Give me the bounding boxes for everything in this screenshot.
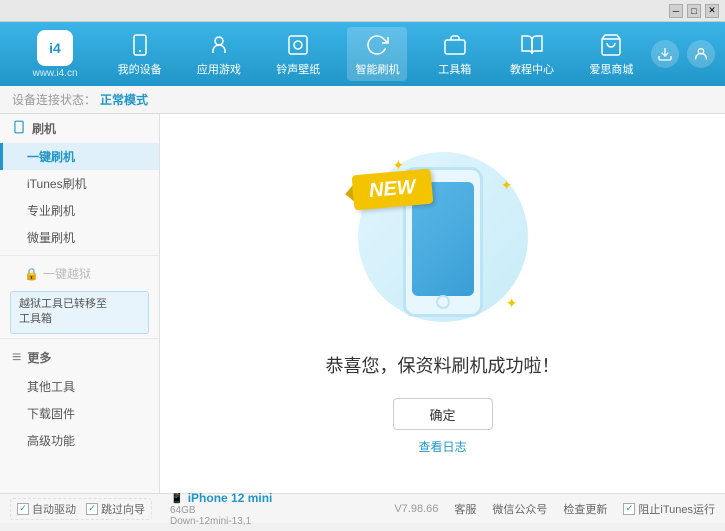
skip-wizard-label: 跳过向导 <box>101 501 145 517</box>
nav-my-device-label: 我的设备 <box>118 61 162 77</box>
device-storage: 64GB <box>170 505 272 516</box>
sidebar-advanced[interactable]: 高级功能 <box>0 427 159 454</box>
status-value: 正常模式 <box>100 91 148 108</box>
sidebar-download-firmware[interactable]: 下载固件 <box>0 400 159 427</box>
sidebar-jailbreak-info: 越狱工具已转移至工具箱 <box>10 291 149 334</box>
bottom-bar: ✓ 自动驱动 ✓ 跳过向导 📱 iPhone 12 mini 64GB Down… <box>0 493 725 523</box>
itunes-label: 阻止iTunes运行 <box>638 501 715 517</box>
auto-drive-checkbox[interactable]: ✓ 自动驱动 <box>17 501 76 517</box>
sidebar-other-tools[interactable]: 其他工具 <box>0 373 159 400</box>
version-label: V7.98.66 <box>394 503 438 515</box>
title-bar: ─ □ ✕ <box>0 0 725 22</box>
content-area: NEW ✦ ✦ ✦ 恭喜您，保资料刷机成功啦！ 确定 查看日志 <box>160 114 725 493</box>
close-btn[interactable]: ✕ <box>705 4 719 18</box>
auto-drive-check-icon: ✓ <box>17 503 29 515</box>
checkbox-area: ✓ 自动驱动 ✓ 跳过向导 <box>10 498 152 520</box>
nav-smart-flash[interactable]: 智能刷机 <box>347 27 407 81</box>
block-itunes-toggle[interactable]: ✓ 阻止iTunes运行 <box>623 501 715 517</box>
nav-apps-games-label: 应用游戏 <box>197 61 241 77</box>
phone-home-btn <box>436 295 450 309</box>
device-firmware: Down-12mini-13,1 <box>170 516 272 527</box>
bottom-left: ✓ 自动驱动 ✓ 跳过向导 📱 iPhone 12 mini 64GB Down… <box>10 487 282 531</box>
customer-service-link[interactable]: 客服 <box>454 501 476 517</box>
hero-area: NEW ✦ ✦ ✦ 恭喜您，保资料刷机成功啦！ 确定 查看日志 <box>326 152 560 455</box>
new-badge: NEW <box>351 169 432 211</box>
logo-area: i4 www.i4.cn <box>10 30 100 79</box>
success-text: 恭喜您，保资料刷机成功啦！ <box>326 352 560 378</box>
sidebar-divider-1 <box>0 255 159 256</box>
sparkle-2: ✦ <box>501 177 513 194</box>
flash-section-label: 刷机 <box>32 120 56 137</box>
nav-items: 我的设备 应用游戏 铃声壁纸 智能刷机 工具箱 <box>100 27 651 81</box>
toolbox-icon <box>441 31 469 59</box>
apps-games-icon <box>205 31 233 59</box>
lock-icon: 🔒 <box>24 267 39 281</box>
nav-store[interactable]: 爱思商城 <box>581 27 641 81</box>
nav-my-device[interactable]: 我的设备 <box>110 27 170 81</box>
my-device-icon <box>126 31 154 59</box>
itunes-check-icon: ✓ <box>623 503 635 515</box>
more-section-icon: ≡ <box>12 349 21 367</box>
ringtones-icon <box>284 31 312 59</box>
wechat-link[interactable]: 微信公众号 <box>492 501 547 517</box>
skip-wizard-check-icon: ✓ <box>86 503 98 515</box>
device-section: 📱 iPhone 12 mini 64GB Down-12mini-13,1 <box>160 487 282 531</box>
nav-store-label: 爱思商城 <box>589 61 633 77</box>
bottom-right: V7.98.66 客服 微信公众号 检查更新 ✓ 阻止iTunes运行 <box>394 501 715 517</box>
sidebar-divider-2 <box>0 338 159 339</box>
download-button[interactable] <box>651 40 679 68</box>
sidebar-pro-flash[interactable]: 专业刷机 <box>0 197 159 224</box>
sidebar-more-header: ≡ 更多 <box>0 343 159 373</box>
auto-drive-label: 自动驱动 <box>32 501 76 517</box>
nav-tutorial-label: 教程中心 <box>510 61 554 77</box>
logo-text: www.i4.cn <box>32 68 77 79</box>
status-label: 设备连接状态： <box>12 91 96 108</box>
nav-toolbox[interactable]: 工具箱 <box>427 27 483 81</box>
sidebar-itunes-flash[interactable]: iTunes刷机 <box>0 170 159 197</box>
smart-flash-icon <box>363 31 391 59</box>
nav-ringtones-label: 铃声壁纸 <box>276 61 320 77</box>
view-log-link[interactable]: 查看日志 <box>418 438 466 455</box>
phone-illustration: NEW ✦ ✦ ✦ <box>363 152 523 332</box>
jailbreak-label: 一键越狱 <box>43 265 91 282</box>
sparkle-1: ✦ <box>393 157 405 174</box>
logo-icon: i4 <box>37 30 73 66</box>
top-nav: i4 www.i4.cn 我的设备 应用游戏 铃声壁纸 智能刷机 <box>0 22 725 86</box>
main-content: 刷机 一键刷机 iTunes刷机 专业刷机 微量刷机 🔒 一键越狱 越狱工具已转… <box>0 114 725 493</box>
sidebar-flash-header: 刷机 <box>0 114 159 143</box>
flash-section-icon <box>12 120 26 137</box>
sidebar: 刷机 一键刷机 iTunes刷机 专业刷机 微量刷机 🔒 一键越狱 越狱工具已转… <box>0 114 160 493</box>
nav-apps-games[interactable]: 应用游戏 <box>189 27 249 81</box>
window-controls: ─ □ ✕ <box>669 4 719 18</box>
nav-ringtones[interactable]: 铃声壁纸 <box>268 27 328 81</box>
sparkle-3: ✦ <box>506 295 518 312</box>
sidebar-micro-flash[interactable]: 微量刷机 <box>0 224 159 251</box>
check-update-link[interactable]: 检查更新 <box>563 501 607 517</box>
tutorial-icon <box>518 31 546 59</box>
sidebar-jailbreak-header: 🔒 一键越狱 <box>0 260 159 287</box>
sidebar-one-key-flash[interactable]: 一键刷机 <box>0 143 159 170</box>
action-buttons: 确定 查看日志 <box>393 398 493 455</box>
maximize-btn[interactable]: □ <box>687 4 701 18</box>
account-button[interactable] <box>687 40 715 68</box>
nav-smart-flash-label: 智能刷机 <box>355 61 399 77</box>
nav-tutorial[interactable]: 教程中心 <box>502 27 562 81</box>
more-section-label: 更多 <box>27 349 51 366</box>
minimize-btn[interactable]: ─ <box>669 4 683 18</box>
status-bar: 设备连接状态： 正常模式 <box>0 86 725 114</box>
skip-wizard-checkbox[interactable]: ✓ 跳过向导 <box>86 501 145 517</box>
store-icon <box>597 31 625 59</box>
confirm-button[interactable]: 确定 <box>393 398 493 430</box>
nav-toolbox-label: 工具箱 <box>438 61 471 77</box>
nav-right-buttons <box>651 40 715 68</box>
